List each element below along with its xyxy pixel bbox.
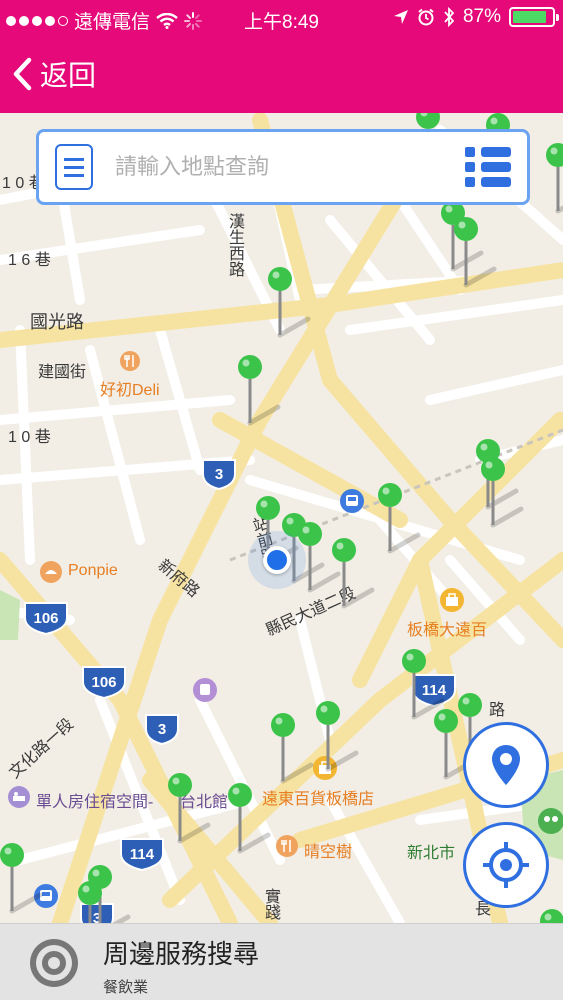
- list-view-icon[interactable]: [465, 145, 513, 189]
- alarm-icon: [418, 8, 434, 26]
- nav-bar: 返回: [0, 38, 563, 113]
- map-pin[interactable]: [454, 217, 497, 288]
- nearby-service-bar[interactable]: 周邊服務搜尋 餐飲業: [0, 923, 563, 1000]
- back-button[interactable]: 返回: [12, 54, 96, 94]
- map-pin[interactable]: [540, 909, 563, 923]
- status-right: 87%: [393, 6, 559, 28]
- locate-me-button[interactable]: [463, 822, 549, 908]
- search-bar: [36, 129, 530, 205]
- map-pin[interactable]: [238, 355, 281, 426]
- crosshair-icon: [483, 842, 529, 888]
- status-bar: 遠傳電信 上午8:49 87%: [0, 0, 563, 38]
- current-location-dot: [263, 546, 291, 574]
- map-pin[interactable]: [228, 783, 271, 854]
- map-pin[interactable]: [0, 843, 43, 914]
- show-pins-button[interactable]: [463, 722, 549, 808]
- bluetooth-icon: [444, 7, 455, 27]
- map-pin[interactable]: [268, 267, 311, 338]
- map-pin[interactable]: [78, 881, 118, 923]
- search-input[interactable]: [115, 154, 465, 180]
- map-pin[interactable]: [378, 483, 421, 554]
- map-pin[interactable]: [168, 773, 211, 844]
- nearby-service-category: 餐飲業: [103, 979, 149, 996]
- map-pin[interactable]: [316, 701, 359, 772]
- map-pin[interactable]: [546, 143, 563, 214]
- nearby-service-title: 周邊服務搜尋: [103, 939, 260, 969]
- battery-icon: [509, 7, 559, 27]
- location-arrow-icon: [393, 10, 408, 24]
- document-icon[interactable]: [55, 144, 93, 190]
- map-pin[interactable]: [271, 713, 314, 784]
- map-pin[interactable]: [402, 649, 445, 720]
- chevron-left-icon: [13, 57, 32, 91]
- location-pin-icon: [492, 745, 520, 785]
- back-label: 返回: [40, 60, 97, 91]
- pins-layer: [0, 113, 563, 923]
- target-icon: [30, 939, 78, 987]
- map-view[interactable]: 1 0 巷 1 6 巷 漢生西路 國光路 建國街 新府路 站前路 縣民大道二段 …: [0, 113, 563, 923]
- battery-percent: 87%: [462, 6, 501, 27]
